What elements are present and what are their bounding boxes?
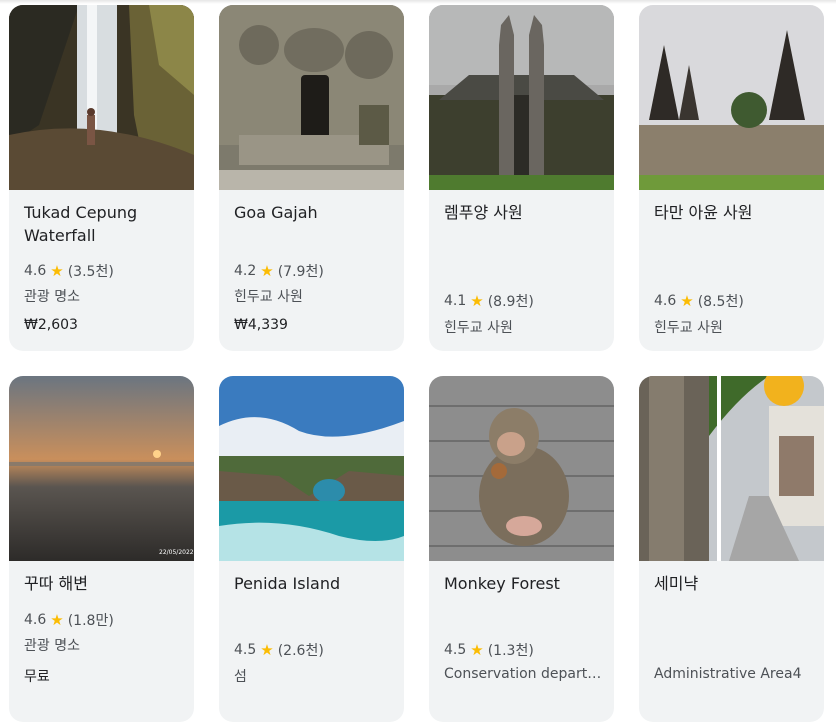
review-count: (3.5천) bbox=[67, 264, 114, 280]
place-title: Tukad Cepung Waterfall bbox=[24, 203, 138, 245]
star-icon: ★ bbox=[470, 640, 484, 659]
monkey-photo bbox=[429, 376, 614, 561]
rating-value: 4.2 bbox=[234, 263, 257, 279]
rating-value: 4.5 bbox=[234, 642, 257, 658]
place-category: 섬 bbox=[234, 669, 247, 685]
place-title: 렘푸양 사원 bbox=[444, 203, 523, 222]
rating-row: 4.6 ★ (3.5천) bbox=[24, 261, 186, 281]
waterfall-photo bbox=[9, 5, 194, 190]
street-photo bbox=[639, 376, 824, 561]
place-title: 타만 아윤 사원 bbox=[654, 203, 753, 222]
place-card-seminyak[interactable]: 세미냑 Administrative Area4 bbox=[639, 376, 824, 722]
cave-entrance-photo bbox=[219, 5, 404, 190]
star-icon: ★ bbox=[50, 261, 64, 280]
place-card-monkey-forest[interactable]: Monkey Forest 4.5 ★ (1.3천) Conservation … bbox=[429, 376, 614, 722]
rating-row: 4.1 ★ (8.9천) bbox=[444, 291, 606, 311]
place-card-lempuyang[interactable]: 렘푸양 사원 4.1 ★ (8.9천) 힌두교 사원 bbox=[429, 5, 614, 351]
star-icon: ★ bbox=[470, 291, 484, 310]
place-title: 꾸따 해변 bbox=[24, 574, 88, 593]
place-title: 세미냑 bbox=[654, 574, 699, 593]
rating-row: 4.2 ★ (7.9천) bbox=[234, 261, 396, 281]
place-card-goa-gajah[interactable]: Goa Gajah 4.2 ★ (7.9천) 힌두교 사원 ₩4,339 bbox=[219, 5, 404, 351]
place-category: 힌두교 사원 bbox=[654, 320, 723, 336]
place-price: ₩4,339 bbox=[234, 317, 288, 333]
star-icon: ★ bbox=[680, 291, 694, 310]
pagoda-temple-photo bbox=[639, 5, 824, 190]
place-card-kuta-beach[interactable]: 22/05/2022 꾸따 해변 4.6 ★ (1.8만) 관광 명소 무료 bbox=[9, 376, 194, 722]
review-count: (1.3천) bbox=[487, 643, 534, 659]
rating-value: 4.6 bbox=[24, 612, 47, 628]
top-shadow bbox=[0, 0, 836, 4]
sunset-beach-photo: 22/05/2022 bbox=[9, 376, 194, 561]
place-card-penida-island[interactable]: Penida Island 4.5 ★ (2.6천) 섬 bbox=[219, 376, 404, 722]
review-count: (8.9천) bbox=[487, 294, 534, 310]
place-title: Monkey Forest bbox=[444, 574, 560, 593]
star-icon: ★ bbox=[260, 640, 274, 659]
review-count: (7.9천) bbox=[277, 264, 324, 280]
coastal-arch-photo bbox=[219, 376, 404, 561]
star-icon: ★ bbox=[50, 610, 64, 629]
place-price: 무료 bbox=[24, 669, 50, 685]
rating-row: 4.6 ★ (1.8만) bbox=[24, 610, 186, 630]
place-category: 관광 명소 bbox=[24, 638, 80, 654]
place-category: Conservation department bbox=[444, 666, 606, 682]
place-category: 관광 명소 bbox=[24, 289, 80, 305]
review-count: (2.6천) bbox=[277, 643, 324, 659]
place-price: ₩2,603 bbox=[24, 317, 78, 333]
rating-value: 4.5 bbox=[444, 642, 467, 658]
place-card-tukad-cepung[interactable]: Tukad Cepung Waterfall 4.6 ★ (3.5천) 관광 명… bbox=[9, 5, 194, 351]
rating-value: 4.6 bbox=[654, 293, 677, 309]
place-title: Penida Island bbox=[234, 574, 341, 593]
place-card-taman-ayun[interactable]: 타만 아윤 사원 4.6 ★ (8.5천) 힌두교 사원 bbox=[639, 5, 824, 351]
rating-row: 4.5 ★ (1.3천) bbox=[444, 640, 606, 660]
place-category: 힌두교 사원 bbox=[234, 289, 303, 305]
rating-row: 4.6 ★ (8.5천) bbox=[654, 291, 816, 311]
rating-value: 4.1 bbox=[444, 293, 467, 309]
temple-gate-photo bbox=[429, 5, 614, 190]
rating-value: 4.6 bbox=[24, 263, 47, 279]
photo-date-stamp: 22/05/2022 bbox=[159, 549, 194, 556]
place-category: 힌두교 사원 bbox=[444, 320, 513, 336]
star-icon: ★ bbox=[260, 261, 274, 280]
review-count: (8.5천) bbox=[697, 294, 744, 310]
place-title: Goa Gajah bbox=[234, 203, 318, 222]
review-count: (1.8만) bbox=[67, 613, 114, 629]
rating-row: 4.5 ★ (2.6천) bbox=[234, 640, 396, 660]
place-category: Administrative Area4 bbox=[654, 666, 802, 682]
